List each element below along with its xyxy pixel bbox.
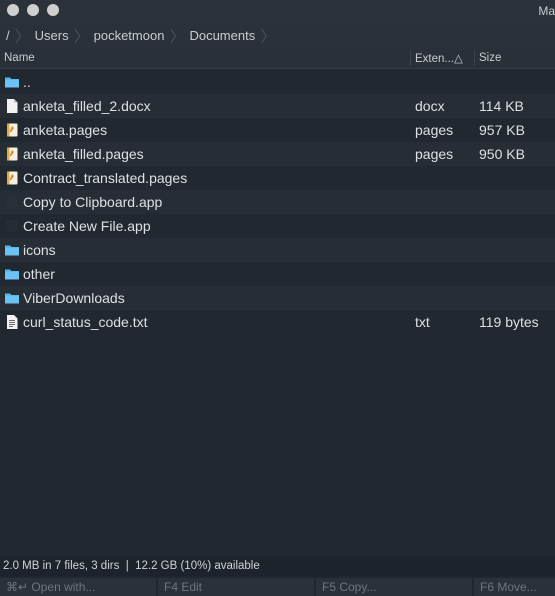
app-icon [6,220,18,232]
folder-icon [5,293,19,304]
breadcrumb-separator-icon: 〉 [169,29,186,46]
file-name: Create New File.app [23,218,151,234]
breadcrumb-separator-icon: 〉 [14,29,31,46]
folder-icon [5,77,19,88]
breadcrumb-separator-icon: 〉 [260,29,277,46]
file-name: curl_status_code.txt [23,314,148,330]
file-name: Copy to Clipboard.app [23,194,163,210]
file-size: 957 KB [479,122,525,138]
status-bar: 2.0 MB in 7 files, 3 dirs | 12.2 GB (10%… [0,556,555,576]
list-item[interactable]: .. [0,70,555,94]
list-item[interactable]: anketa_filled_2.docx docx 114 KB [0,94,555,118]
column-header-extension[interactable]: Exten...△ [415,48,463,68]
function-key-bar: ⌘↵ Open with... F4 Edit F5 Copy... F6 Mo… [0,576,555,596]
list-item[interactable]: Copy to Clipboard.app [0,190,555,214]
minimize-window-button[interactable] [27,4,39,16]
file-extension: txt [415,314,430,330]
list-item[interactable]: anketa_filled.pages pages 950 KB [0,142,555,166]
file-extension: pages [415,146,454,162]
breadcrumb: / 〉 Users 〉 pocketmoon 〉 Documents 〉 [0,22,555,48]
list-item[interactable]: other [0,262,555,286]
file-list: .. anketa_filled_2.docx docx 114 KB anke… [0,70,555,334]
file-name: .. [23,74,31,90]
open-with-button[interactable]: ⌘↵ Open with... [0,578,156,596]
file-size: 950 KB [479,146,525,162]
document-icon [7,99,18,113]
app-icon [6,196,18,208]
file-extension: pages [415,122,454,138]
list-item[interactable]: anketa.pages pages 957 KB [0,118,555,142]
breadcrumb-separator-icon: 〉 [73,29,90,46]
file-name: icons [23,242,56,258]
list-item[interactable]: icons [0,238,555,262]
zoom-window-button[interactable] [47,4,59,16]
breadcrumb-item-documents[interactable]: Documents [189,22,255,48]
file-extension: docx [415,98,445,114]
breadcrumb-item-users[interactable]: Users [35,22,69,48]
file-name: ViberDownloads [23,290,125,306]
column-divider[interactable] [410,50,411,66]
pages-icon [7,147,18,161]
edit-button[interactable]: F4 Edit [158,578,314,596]
file-name: other [23,266,55,282]
status-text: 2.0 MB in 7 files, 3 dirs | 12.2 GB (10%… [3,560,260,572]
folder-icon [5,245,19,256]
breadcrumb-item-pocketmoon[interactable]: pocketmoon [94,22,165,48]
column-header: Name Exten...△ Size [0,48,555,69]
list-item[interactable]: curl_status_code.txt txt 119 bytes [0,310,555,334]
file-name: anketa_filled.pages [23,146,144,162]
window-title: Ma [538,4,555,18]
file-name: anketa_filled_2.docx [23,98,151,114]
file-name: anketa.pages [23,122,108,138]
column-header-size[interactable]: Size [479,48,501,68]
column-header-name[interactable]: Name [4,48,35,68]
copy-button[interactable]: F5 Copy... [316,578,472,596]
breadcrumb-root[interactable]: / [6,22,10,48]
pages-icon [7,171,18,185]
column-divider[interactable] [474,50,475,66]
pages-icon [7,123,18,137]
title-bar: Ma [0,0,555,22]
folder-icon [5,269,19,280]
list-item[interactable]: Contract_translated.pages [0,166,555,190]
list-item[interactable]: Create New File.app [0,214,555,238]
text-file-icon [7,315,18,329]
move-button[interactable]: F6 Move... [474,578,555,596]
file-size: 114 KB [479,98,524,114]
file-size: 119 bytes [479,314,539,330]
close-window-button[interactable] [7,4,19,16]
file-name: Contract_translated.pages [23,170,188,186]
list-item[interactable]: ViberDownloads [0,286,555,310]
